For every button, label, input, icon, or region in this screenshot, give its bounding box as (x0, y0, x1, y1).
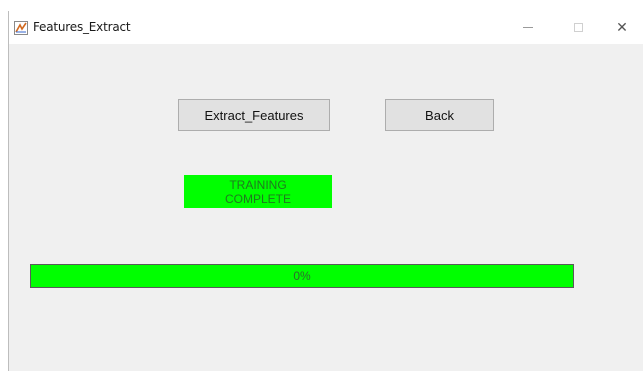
features-extract-window: Features_Extract ✕ Extract_Features Back… (8, 11, 643, 371)
training-status-indicator: TRAINING COMPLETE (184, 175, 332, 208)
maximize-button[interactable] (555, 11, 601, 44)
close-button[interactable]: ✕ (599, 11, 643, 44)
window-title: Features_Extract (33, 20, 131, 34)
status-line-1: TRAINING (229, 177, 287, 192)
minimize-icon (523, 27, 533, 28)
minimize-button[interactable] (505, 11, 551, 44)
extract-features-button[interactable]: Extract_Features (178, 99, 330, 131)
close-icon: ✕ (616, 19, 628, 36)
title-bar[interactable]: Features_Extract ✕ (9, 11, 643, 44)
screen-top-edge (0, 0, 643, 11)
progress-bar: 0% (30, 264, 574, 288)
status-line-2: COMPLETE (224, 191, 291, 206)
screen-left-edge (0, 11, 8, 371)
maximize-icon (573, 23, 583, 32)
back-button[interactable]: Back (385, 99, 494, 131)
matlab-figure-icon (14, 21, 28, 35)
progress-label: 0% (293, 269, 311, 283)
